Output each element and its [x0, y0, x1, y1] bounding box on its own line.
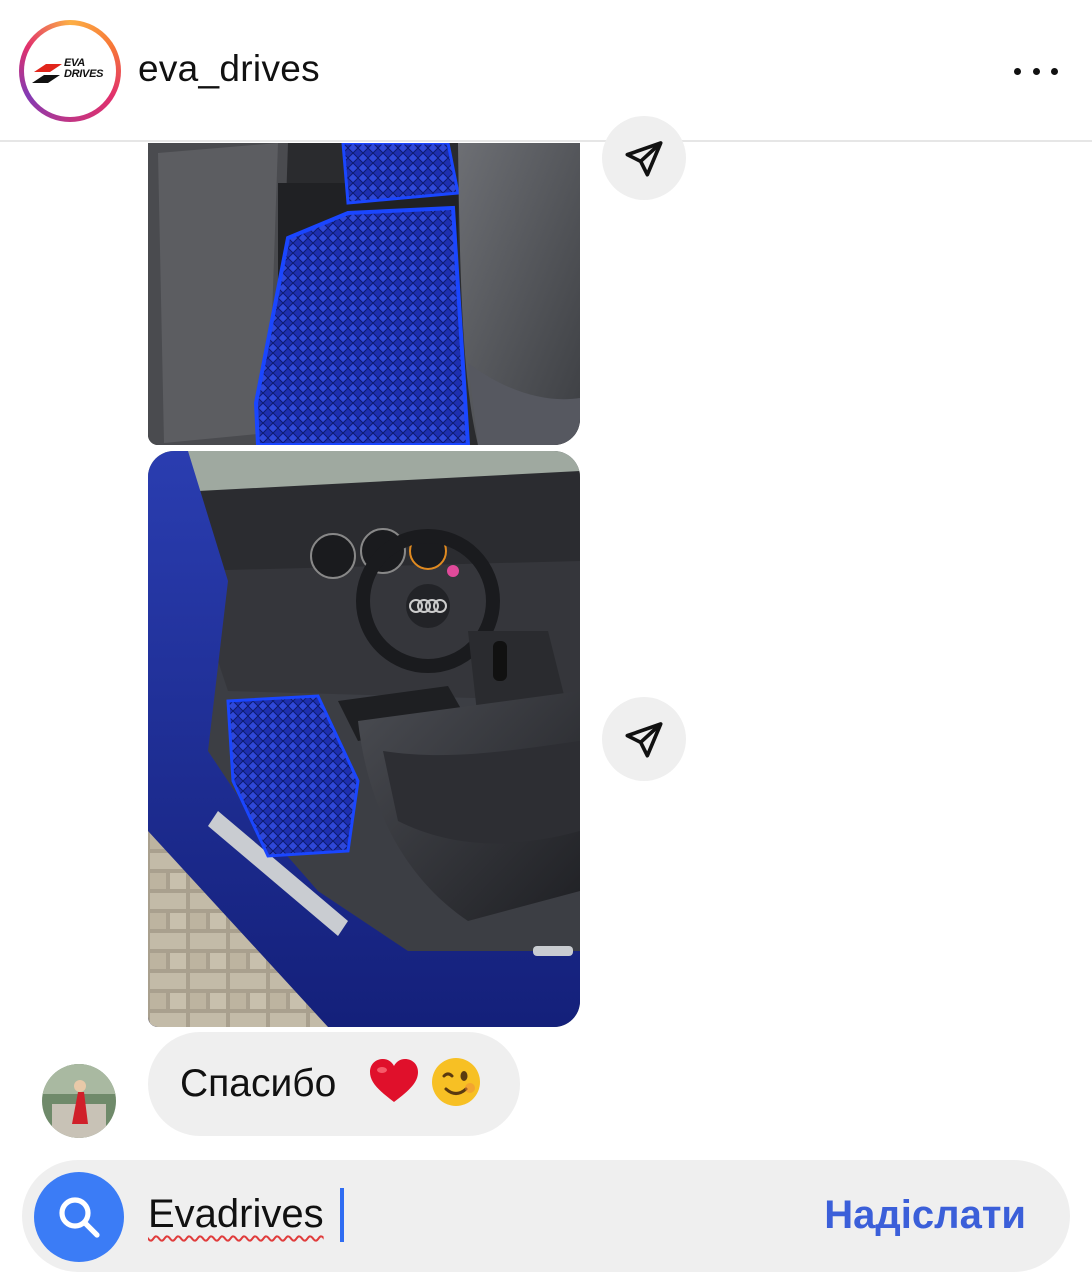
more-dot — [1051, 67, 1058, 75]
chat-username[interactable]: eva_drives — [138, 48, 320, 90]
more-dot — [1014, 67, 1021, 75]
avatar-logo: EVA DRIVES — [24, 25, 116, 117]
share-button[interactable] — [602, 116, 686, 200]
red-heart-icon — [370, 1059, 418, 1102]
send-icon — [625, 722, 663, 758]
message-composer: Evadrives Надіслати — [22, 1160, 1070, 1272]
sender-avatar[interactable] — [42, 1064, 116, 1138]
send-icon — [625, 141, 663, 177]
message-bubble[interactable]: Спасибо — [148, 1032, 520, 1136]
profile-avatar[interactable]: EVA DRIVES — [19, 20, 121, 122]
search-icon — [59, 1197, 100, 1238]
search-button[interactable] — [34, 1172, 124, 1262]
message-photo-interior[interactable] — [148, 451, 580, 1027]
share-button[interactable] — [602, 697, 686, 781]
more-dot — [1032, 67, 1040, 75]
brand-logo-icon — [32, 64, 62, 83]
message-text: Спасибо — [180, 1062, 337, 1105]
logo-text: EVA DRIVES — [64, 57, 104, 80]
more-options-button[interactable] — [1006, 52, 1066, 90]
chat-header: EVA DRIVES eva_drives — [0, 0, 1092, 142]
message-input[interactable]: Evadrives — [148, 1192, 324, 1237]
text-caret — [340, 1188, 344, 1242]
send-button[interactable]: Надіслати — [824, 1193, 1026, 1238]
message-photo-rear-mat[interactable] — [148, 143, 580, 445]
winking-face-icon — [432, 1058, 480, 1106]
